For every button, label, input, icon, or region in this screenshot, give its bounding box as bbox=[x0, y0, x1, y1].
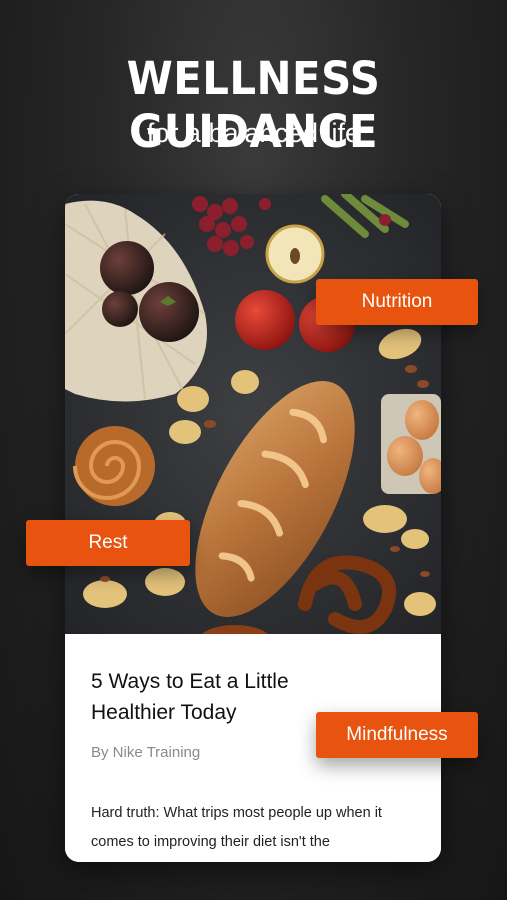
tag-rest[interactable]: Rest bbox=[26, 520, 190, 566]
tag-mindfulness[interactable]: Mindfulness bbox=[316, 712, 478, 758]
article-byline: By Nike Training bbox=[91, 744, 201, 761]
article-excerpt: Hard truth: What trips most people up wh… bbox=[91, 805, 382, 850]
article-hero-image bbox=[65, 194, 441, 634]
tag-nutrition[interactable]: Nutrition bbox=[316, 279, 478, 325]
article-title[interactable]: 5 Ways to Eat a Little Healthier Today bbox=[91, 666, 351, 728]
subheadline: for a balanced life bbox=[146, 118, 361, 148]
